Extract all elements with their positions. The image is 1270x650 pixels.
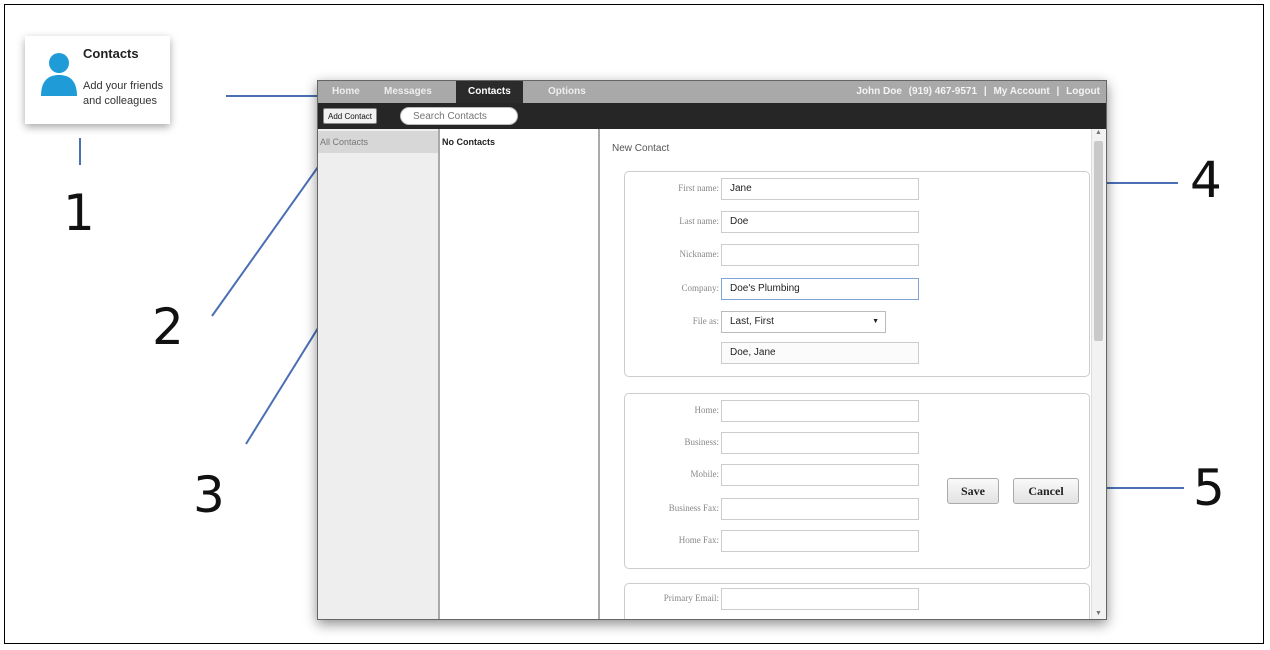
callout-title: Contacts [83, 46, 139, 61]
business-phone-field[interactable] [721, 432, 919, 454]
home-fax-label: Home Fax: [678, 535, 719, 545]
business-fax-label: Business Fax: [668, 503, 719, 513]
mobile-phone-field[interactable] [721, 464, 919, 486]
primary-email-label: Primary Email: [663, 593, 719, 603]
tab-home[interactable]: Home [332, 81, 360, 103]
callout-number-1: 1 [63, 184, 95, 242]
primary-email-row: Primary Email: [625, 588, 719, 610]
form-title: New Contact [612, 143, 670, 154]
groups-pane: All Contacts [318, 129, 440, 619]
top-nav: Home Messages Contacts Options John Doe … [318, 81, 1106, 103]
mobile-row: Mobile: [625, 464, 720, 486]
tab-messages[interactable]: Messages [384, 81, 432, 103]
file-as-selected: Last, First [730, 316, 774, 327]
nav-separator: | [1056, 86, 1060, 97]
user-name: John Doe [856, 86, 902, 97]
file-as-label: File as: [692, 316, 719, 326]
company-label: Company: [681, 283, 720, 293]
home-fax-row: Home Fax: [625, 530, 719, 552]
add-contact-button[interactable]: Add Contact [323, 108, 378, 124]
tab-options[interactable]: Options [548, 81, 586, 103]
nav-separator: | [983, 86, 987, 97]
logout-link[interactable]: Logout [1066, 86, 1100, 97]
search-input[interactable] [400, 107, 518, 125]
dropdown-caret-icon: ▼ [872, 318, 879, 325]
contacts-callout-card: Contacts Add your friends and colleagues [25, 36, 170, 124]
scrollbar-thumb[interactable] [1094, 141, 1103, 341]
business-phone-label: Business: [684, 437, 719, 447]
last-name-field[interactable]: Doe [721, 211, 919, 233]
name-section: First name: Jane Last name: Doe Nickname… [624, 171, 1090, 377]
first-name-label: First name: [678, 183, 719, 193]
scroll-down-arrow-icon[interactable]: ▼ [1095, 610, 1102, 617]
person-icon [41, 53, 77, 96]
home-phone-label: Home: [694, 405, 720, 415]
empty-list-text: No Contacts [442, 137, 496, 147]
company-field[interactable]: Doe's Plumbing [721, 278, 919, 300]
group-item-all-contacts[interactable]: All Contacts [318, 131, 438, 153]
tab-contacts[interactable]: Contacts [456, 81, 523, 103]
nickname-label: Nickname: [679, 249, 720, 259]
contacts-list-pane: No Contacts [440, 129, 600, 619]
callout-number-2: 2 [152, 298, 184, 356]
mobile-phone-label: Mobile: [690, 469, 720, 479]
business-row: Business: [625, 432, 719, 454]
file-as-row: File as: [625, 311, 719, 333]
phone-section: Home: Business: Mobile: Business Fax: Ho… [624, 393, 1090, 569]
business-fax-field[interactable] [721, 498, 919, 520]
nickname-field[interactable] [721, 244, 919, 266]
business-fax-row: Business Fax: [625, 498, 719, 520]
last-name-label: Last name: [679, 216, 719, 226]
primary-email-field[interactable] [721, 588, 919, 610]
my-account-link[interactable]: My Account [993, 86, 1049, 97]
home-phone-field[interactable] [721, 400, 919, 422]
home-row: Home: [625, 400, 720, 422]
scroll-up-arrow-icon[interactable]: ▲ [1095, 129, 1102, 136]
toolbar: Add Contact [318, 103, 1106, 129]
cancel-button[interactable]: Cancel [1013, 478, 1079, 504]
first-name-row: First name: [625, 178, 719, 200]
user-phone: (919) 467-9571 [908, 86, 978, 97]
form-scrollbar[interactable]: ▲ ▼ [1091, 129, 1106, 619]
home-fax-field[interactable] [721, 530, 919, 552]
app-window: Home Messages Contacts Options John Doe … [317, 80, 1107, 620]
callout-description: Add your friends and colleagues [83, 80, 164, 107]
nickname-row: Nickname: [625, 244, 720, 266]
save-button[interactable]: Save [947, 478, 999, 504]
callout-number-4: 4 [1190, 151, 1222, 209]
callout-number-5: 5 [1193, 459, 1225, 517]
company-row: Company: [625, 278, 720, 300]
email-section: Primary Email: [624, 583, 1090, 619]
user-area: John Doe (919) 467-9571 | My Account | L… [852, 81, 1100, 103]
file-as-select[interactable]: Last, First ▼ [721, 311, 886, 333]
new-contact-form: New Contact First name: Jane Last name: … [600, 129, 1092, 619]
first-name-field[interactable]: Jane [721, 178, 919, 200]
last-name-row: Last name: [625, 211, 719, 233]
file-as-preview: Doe, Jane [721, 342, 919, 364]
callout-number-3: 3 [193, 466, 225, 524]
